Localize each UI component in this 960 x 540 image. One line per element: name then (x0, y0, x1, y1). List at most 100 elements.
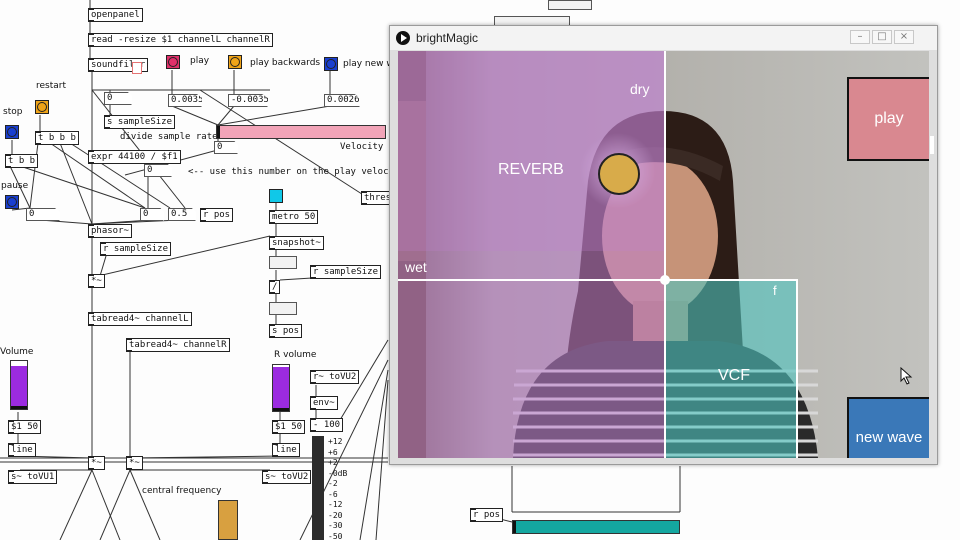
vu-scale-tick: +6 (328, 447, 338, 457)
pause-bang[interactable] (5, 195, 19, 209)
velocity-label: Velocity (340, 142, 384, 152)
r-volume-slider[interactable] (272, 364, 290, 412)
tabread-channel-l-object[interactable]: tabread4~ channelL (88, 312, 192, 326)
volume-label: Volume (0, 347, 34, 357)
r-pos-object[interactable]: r pos (200, 208, 234, 222)
volume-slider[interactable] (10, 360, 28, 410)
divide-object[interactable]: / (269, 280, 281, 294)
minimize-button[interactable]: – (850, 30, 870, 44)
number-box[interactable]: 0 (144, 164, 172, 177)
volume-slider-base (11, 406, 27, 409)
number-box[interactable]: 0 (104, 92, 132, 105)
vu-scale-tick: -2 (328, 479, 338, 488)
velocity-hint-comment: <-- use this number on the play velocity (188, 167, 405, 177)
restart-bang[interactable] (35, 100, 49, 114)
velocity-slider[interactable] (216, 125, 386, 139)
stop-label: stop (3, 107, 23, 117)
r-tovu2-object[interactable]: r~ toVU2 (310, 370, 360, 384)
play-backwards-label: play backwards (250, 58, 321, 68)
s-pos-object[interactable]: s pos (269, 324, 303, 338)
metro-object[interactable]: metro 50 (269, 210, 319, 224)
s-tovu2-object[interactable]: s~ toVU2 (262, 470, 312, 484)
vu-scale-tick: +12 (328, 437, 343, 446)
velocity-slider-handle[interactable] (217, 126, 220, 138)
number-box[interactable] (269, 256, 297, 269)
r-volume-slider-base (273, 408, 289, 411)
number-box[interactable]: 0 (140, 208, 164, 221)
minus-100-object[interactable]: - 100 (310, 418, 344, 432)
play-new-wave-bang[interactable] (324, 57, 338, 71)
s-samplesize-object[interactable]: s sampleSize (104, 115, 176, 129)
velocity-number[interactable]: 0 (214, 141, 238, 154)
reverb-label: REVERB (498, 161, 564, 178)
vu-meter-scale: +12 +6 +2 -0dB -2 -6 -12 -20 -30 -50 (328, 437, 347, 540)
vertical-divider (664, 51, 666, 458)
mouse-pointer-icon (900, 367, 913, 385)
expr-object[interactable]: expr 44100 / $f1 (88, 150, 181, 164)
reverb-zone-top (398, 51, 664, 251)
number-box-half[interactable]: 0.5 (168, 208, 196, 221)
line-object[interactable]: line (272, 443, 300, 457)
vu-meter (312, 436, 324, 540)
t-b-b-b-object[interactable]: t b b b (35, 131, 79, 145)
stop-bang[interactable] (5, 125, 19, 139)
brightmagic-window: brightMagic – □ × dry REVERB wet f VCF p… (389, 25, 938, 465)
wet-label: wet (405, 259, 427, 275)
tabread-channel-r-object[interactable]: tabread4~ channelR (126, 338, 230, 352)
vcf-zone-border (796, 279, 798, 458)
multiply-right-object[interactable]: *~ (126, 456, 143, 470)
number-box[interactable] (269, 302, 297, 315)
speed-backwards-number[interactable]: -0.0035 (228, 94, 268, 107)
vu-scale-tick: -30 (328, 521, 343, 530)
zone-center-handle[interactable] (660, 275, 670, 285)
play-button[interactable]: play (847, 77, 929, 161)
window-titlebar[interactable]: brightMagic – □ × (390, 26, 937, 50)
multiply-object[interactable]: *~ (88, 274, 105, 288)
maximize-button[interactable]: □ (872, 30, 892, 44)
divide-sample-rate-label: divide sample rate (120, 132, 218, 142)
number-box[interactable]: 0 (26, 208, 60, 221)
r-volume-label: R volume (274, 350, 317, 360)
openpanel-object[interactable]: openpanel (88, 8, 143, 22)
vu-scale-tick: -0dB (328, 468, 348, 478)
brightmagic-canvas[interactable]: dry REVERB wet f VCF play new wave (398, 51, 929, 458)
speed-play-number[interactable]: 0.0035 (168, 94, 202, 107)
dry-label: dry (630, 81, 650, 97)
scrollbar-thumb[interactable] (930, 136, 934, 154)
speed-new-number[interactable]: 0.0026 (324, 94, 360, 107)
soundfiler-flag (132, 62, 142, 74)
r-samplesize-object[interactable]: r sampleSize (310, 265, 382, 279)
vu-scale-tick: -6 (328, 489, 338, 499)
restart-label: restart (36, 81, 67, 91)
r-pos-object[interactable]: r pos (470, 508, 504, 522)
phasor-object[interactable]: phasor~ (88, 224, 132, 238)
horizontal-divider (398, 279, 798, 281)
volume-slider-fill (11, 365, 27, 409)
new-wave-button[interactable]: new wave (847, 397, 929, 458)
play-label: play (190, 56, 210, 66)
position-slider-handle[interactable] (513, 521, 516, 533)
read-resize-object[interactable]: read -resize $1 channelL channelR (88, 33, 273, 47)
close-button[interactable]: × (894, 30, 914, 44)
position-slider[interactable] (512, 520, 680, 534)
t-b-b-object[interactable]: t b b (5, 154, 39, 168)
central-frequency-slider[interactable] (218, 500, 238, 540)
central-frequency-label: central frequency (142, 486, 222, 496)
r-volume-message[interactable]: $1 50 (272, 420, 306, 434)
play-bang[interactable] (166, 55, 180, 69)
patch-object-cropped[interactable] (548, 0, 592, 10)
f-label: f (773, 283, 777, 298)
multiply-left-object[interactable]: *~ (88, 456, 105, 470)
volume-message[interactable]: $1 50 (8, 420, 42, 434)
tracked-cursor-ball[interactable] (598, 153, 640, 195)
line-object[interactable]: line (8, 443, 36, 457)
env-object[interactable]: env~ (310, 396, 338, 410)
s-tovu1-object[interactable]: s~ toVU1 (8, 470, 58, 484)
r-samplesize-object[interactable]: r sampleSize (100, 242, 172, 256)
play-backwards-bang[interactable] (228, 55, 242, 69)
pause-label: pause (1, 181, 29, 191)
vu-scale-tick: -20 (328, 510, 343, 520)
vu-scale-tick: -12 (328, 500, 343, 509)
snapshot-object[interactable]: snapshot~ (269, 236, 324, 250)
metro-bang[interactable] (269, 189, 283, 203)
